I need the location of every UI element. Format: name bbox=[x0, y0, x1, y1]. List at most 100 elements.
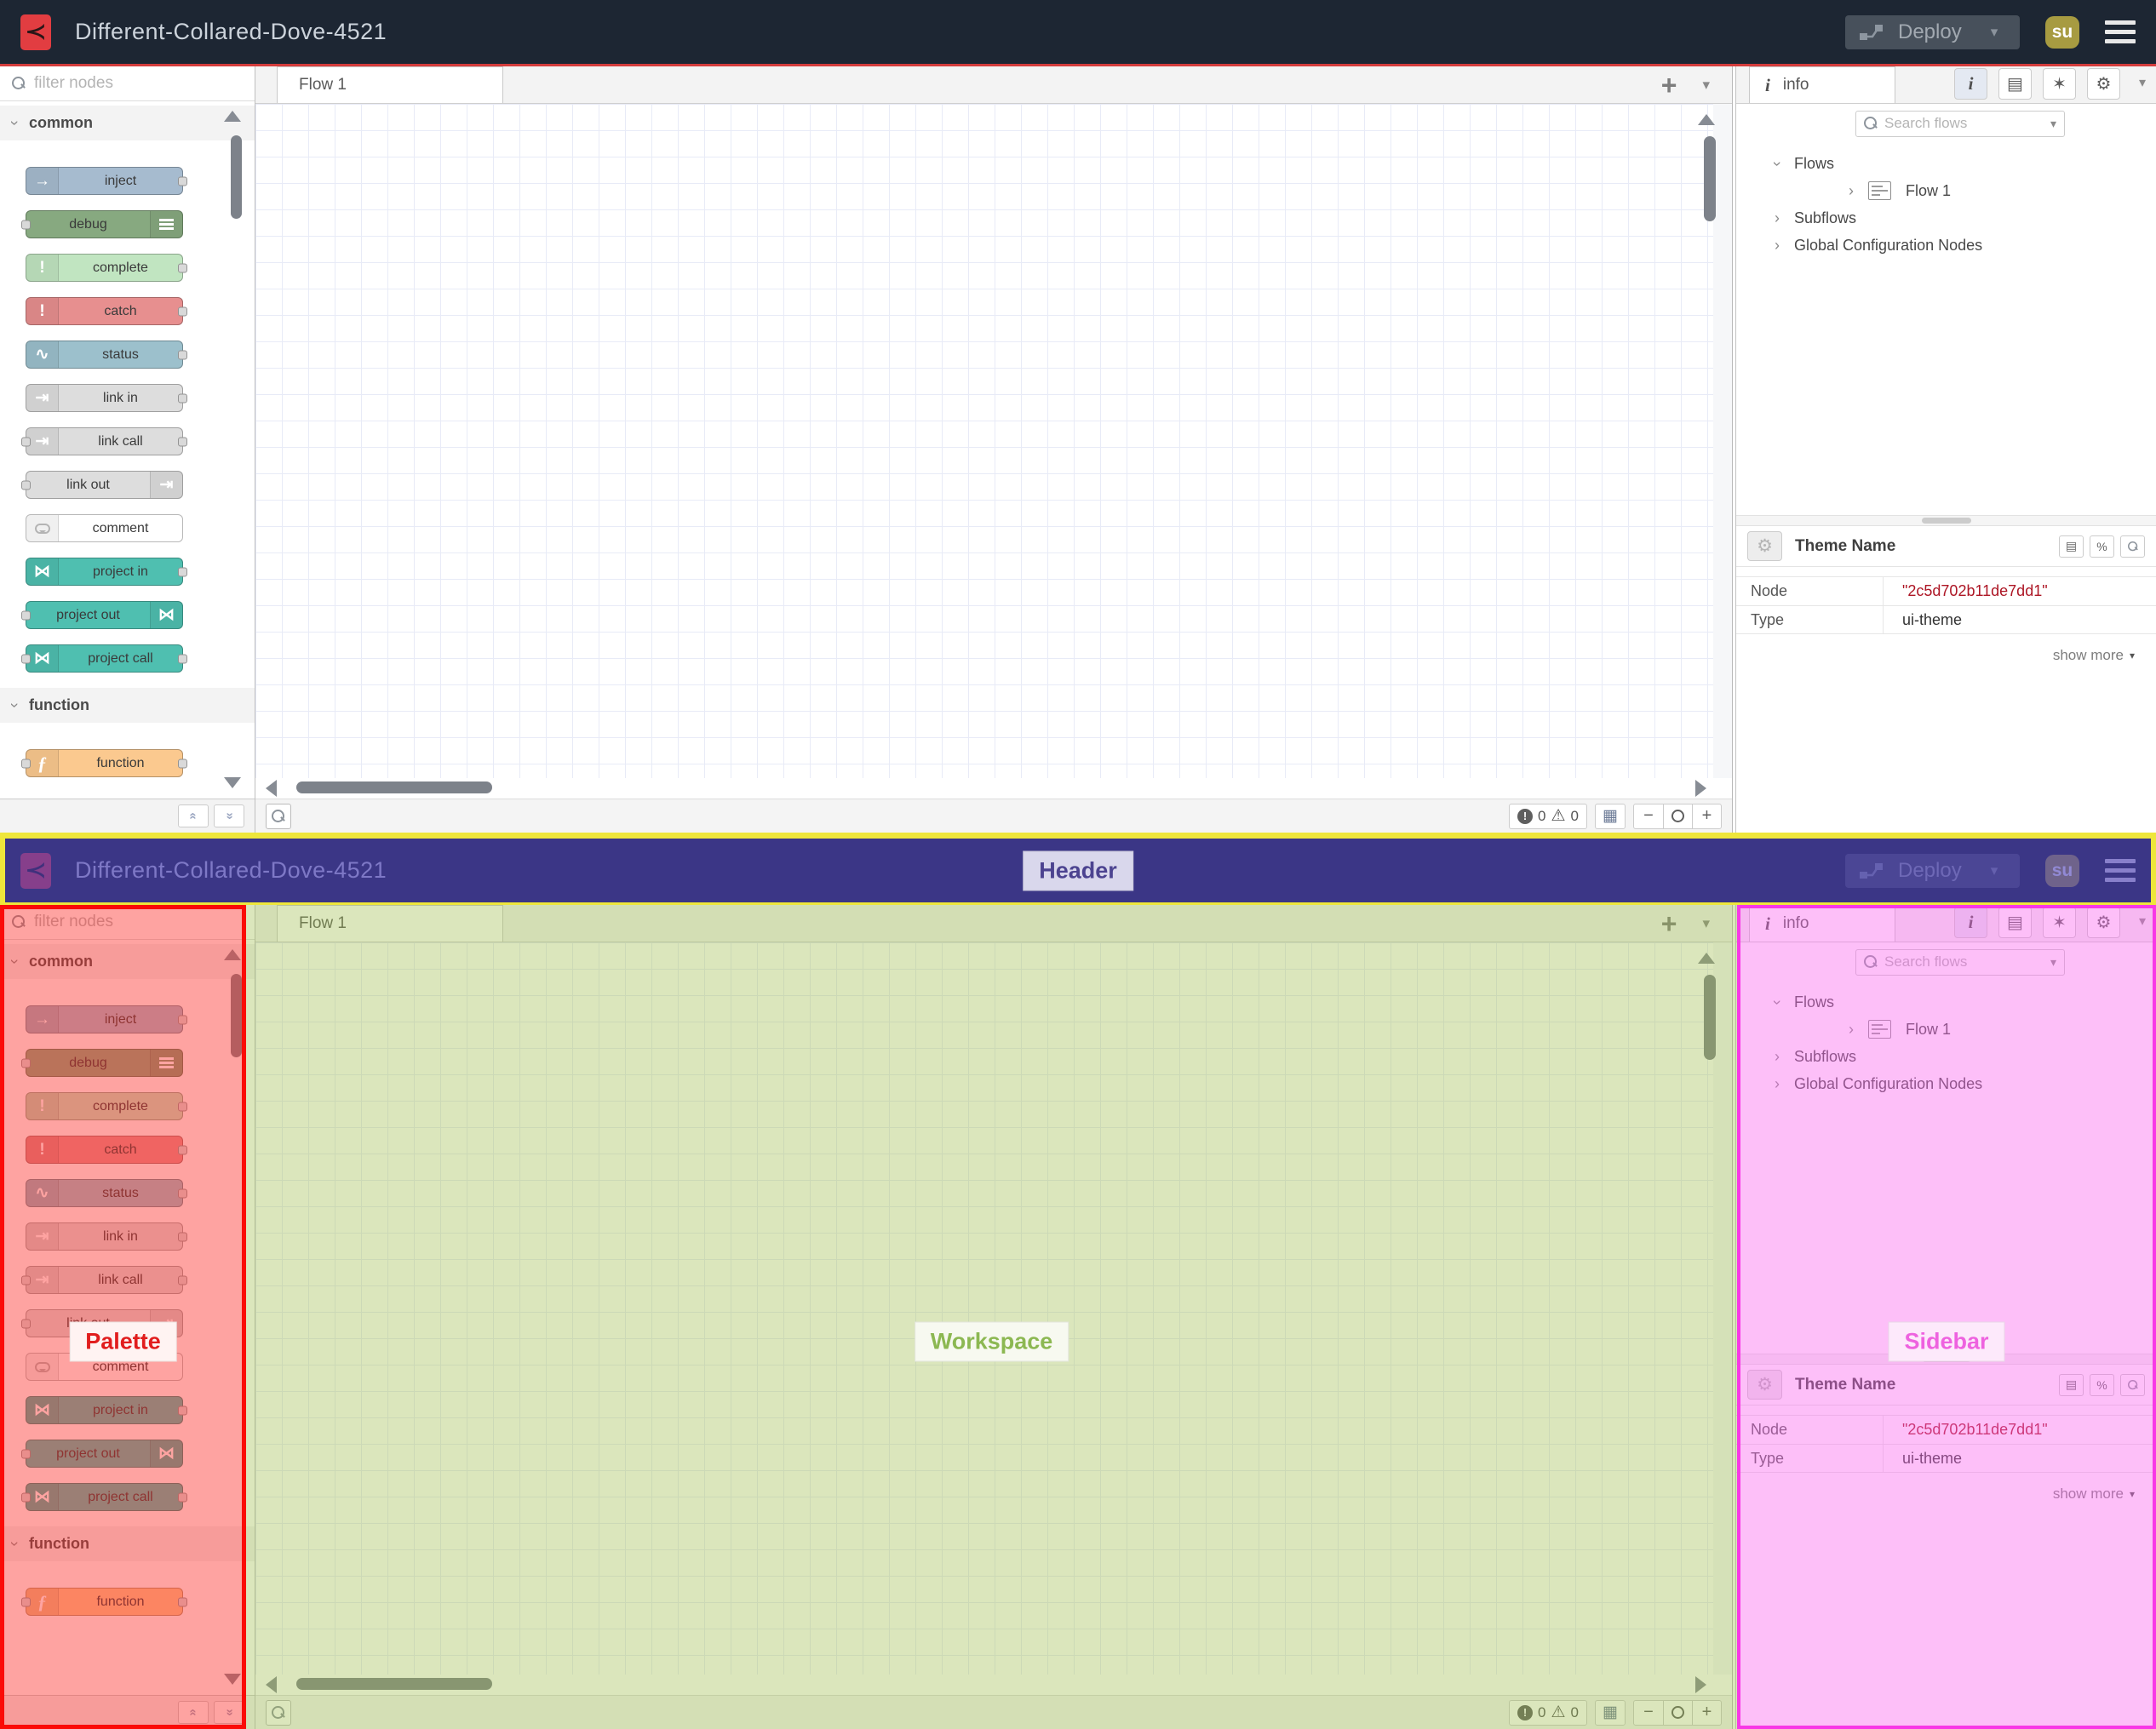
user-avatar[interactable]: su bbox=[2045, 15, 2079, 49]
sidebar-splitter[interactable] bbox=[1736, 515, 2156, 526]
annotation-palette-region: Palette bbox=[0, 905, 246, 1729]
palette-scrollbar-thumb[interactable] bbox=[231, 135, 242, 219]
palette-node-label: inject bbox=[104, 173, 137, 188]
canvas-hscrollbar-thumb[interactable] bbox=[296, 781, 492, 793]
show-more-link[interactable]: show more ▾ bbox=[1736, 634, 2156, 664]
palette-node-complete[interactable]: ! complete bbox=[26, 254, 187, 282]
tab-info[interactable]: i info bbox=[1749, 66, 1895, 103]
link-button[interactable]: % bbox=[2090, 535, 2114, 558]
zoom-out-button[interactable]: − bbox=[1634, 804, 1663, 828]
palette-node-link-out[interactable]: link out ⇥ bbox=[21, 471, 183, 499]
annotation-divider bbox=[0, 833, 2156, 839]
chevron-collapsed-icon[interactable]: › bbox=[1849, 182, 1854, 200]
flow-tab-bar: Flow 1 + ▾ bbox=[255, 66, 1732, 104]
output-port bbox=[178, 350, 187, 359]
palette-node-label: link out bbox=[66, 477, 110, 492]
link-icon: ⇥ bbox=[26, 428, 59, 455]
flow-tab-label: Flow 1 bbox=[299, 76, 347, 94]
palette-node-list: › common → inject debug ! complete ! catch ∿ statu… bbox=[0, 106, 255, 777]
sidebar-debug-button[interactable]: ✶ bbox=[2043, 68, 2076, 100]
tree-item-global-config[interactable]: › Global Configuration Nodes bbox=[1736, 232, 2156, 259]
error-count: 0 bbox=[1538, 807, 1546, 824]
output-port bbox=[178, 306, 187, 316]
zoom-in-button[interactable]: + bbox=[1692, 804, 1721, 828]
tree-item-subflows[interactable]: › Subflows bbox=[1736, 204, 2156, 232]
palette-category-common[interactable]: › common bbox=[0, 106, 255, 140]
output-port bbox=[178, 393, 187, 403]
link-icon: ⇥ bbox=[150, 472, 182, 498]
zoom-reset-button[interactable] bbox=[1663, 804, 1692, 828]
project-icon: ⋈ bbox=[150, 602, 182, 628]
input-port bbox=[21, 437, 31, 446]
palette-node-link-call[interactable]: ⇥ link call bbox=[21, 427, 187, 455]
palette-node-project-out[interactable]: project out ⋈ bbox=[21, 601, 183, 629]
palette-node-label: link call bbox=[98, 433, 143, 449]
sidebar-help-button[interactable]: ▤ bbox=[1998, 68, 2032, 100]
canvas-scroll-left-icon[interactable] bbox=[266, 780, 277, 797]
canvas-vscrollbar-thumb[interactable] bbox=[1704, 136, 1716, 221]
node-red-logo-icon[interactable]: ≺ bbox=[20, 14, 51, 50]
main-menu-button[interactable] bbox=[2105, 20, 2136, 43]
annotation-sidebar-region: Sidebar bbox=[1737, 905, 2156, 1729]
notification-badges[interactable]: ! 0 ⚠ 0 bbox=[1509, 803, 1587, 829]
sidebar-info-button[interactable]: i bbox=[1954, 68, 1987, 100]
chevron-collapsed-icon[interactable]: › bbox=[1775, 209, 1780, 227]
warning-count: 0 bbox=[1570, 807, 1579, 824]
palette-filter-input[interactable] bbox=[34, 74, 243, 93]
deploy-button[interactable]: Deploy ▾ bbox=[1845, 14, 2020, 49]
workspace: Flow 1 + ▾ ! 0 ⚠ 0 ▦ − + bbox=[255, 66, 1733, 833]
palette-node-function[interactable]: ƒ function bbox=[21, 749, 187, 777]
warning-icon: ⚠ bbox=[1551, 807, 1566, 825]
function-icon: ƒ bbox=[26, 750, 59, 776]
search-flows-input[interactable] bbox=[1884, 115, 2044, 132]
palette-node-link-in[interactable]: ⇥ link in bbox=[26, 384, 187, 412]
palette-node-status[interactable]: ∿ status bbox=[26, 341, 187, 369]
palette-node-project-call[interactable]: ⋈ project call bbox=[21, 644, 187, 673]
chevron-collapsed-icon[interactable]: › bbox=[1775, 237, 1780, 255]
link-icon: ⇥ bbox=[26, 385, 59, 411]
workspace-footer: ! 0 ⚠ 0 ▦ − + bbox=[255, 799, 1732, 833]
project-icon: ⋈ bbox=[26, 558, 59, 585]
navigator-button[interactable]: ▦ bbox=[1595, 803, 1626, 829]
chevron-expanded-icon[interactable]: › bbox=[1769, 161, 1786, 166]
tree-item-flows[interactable]: › Flows bbox=[1736, 150, 2156, 177]
palette-category-function[interactable]: › function bbox=[0, 688, 255, 723]
sidebar-config-button[interactable]: ⚙ bbox=[2087, 68, 2120, 100]
deploy-icon bbox=[1860, 24, 1883, 40]
output-port bbox=[178, 759, 187, 768]
search-flows-field[interactable]: ▾ bbox=[1855, 110, 2065, 137]
search-options-chevron-icon[interactable]: ▾ bbox=[2050, 117, 2056, 131]
collapse-all-categories-button[interactable]: « bbox=[178, 804, 209, 827]
sidebar-collapse-chevron-icon[interactable]: ▾ bbox=[2139, 74, 2146, 91]
palette-node-debug[interactable]: debug bbox=[21, 210, 183, 238]
palette-scroll-down-icon[interactable] bbox=[224, 777, 241, 788]
search-node-button[interactable] bbox=[2120, 535, 2145, 558]
pulse-icon: ∿ bbox=[26, 341, 59, 368]
chevron-expanded-icon: › bbox=[6, 120, 24, 126]
table-row: Node "2c5d702b11de7dd1" bbox=[1736, 576, 2156, 605]
deploy-label: Deploy bbox=[1898, 20, 1962, 43]
chevron-expanded-icon: › bbox=[6, 702, 24, 708]
canvas-scroll-up-icon[interactable] bbox=[1698, 114, 1715, 125]
palette-node-catch[interactable]: ! catch bbox=[26, 297, 187, 325]
sidebar: i info i ▤ ✶ ⚙ ▾ ▾ bbox=[1735, 66, 2156, 833]
palette-node-inject[interactable]: → inject bbox=[26, 167, 187, 195]
annotation-workspace-region: Workspace bbox=[246, 905, 1737, 1729]
expand-all-categories-button[interactable]: « bbox=[214, 804, 244, 827]
sidebar-tab-bar: i info i ▤ ✶ ⚙ ▾ bbox=[1736, 66, 2156, 104]
output-port bbox=[178, 176, 187, 186]
palette-scroll-up-icon[interactable] bbox=[224, 111, 241, 122]
flow-canvas[interactable] bbox=[255, 104, 1732, 778]
search-flows-button[interactable] bbox=[266, 803, 291, 829]
input-port bbox=[21, 220, 31, 229]
tree-item-flow1[interactable]: › Flow 1 bbox=[1736, 177, 2156, 204]
palette-node-project-in[interactable]: ⋈ project in bbox=[26, 558, 187, 586]
palette-node-label: project call bbox=[88, 650, 153, 666]
help-doc-button[interactable]: ▤ bbox=[2059, 535, 2084, 558]
flow-list-chevron-icon[interactable]: ▾ bbox=[1702, 77, 1710, 94]
flow-tab[interactable]: Flow 1 bbox=[277, 66, 503, 103]
canvas-scroll-right-icon[interactable] bbox=[1695, 780, 1706, 797]
add-flow-button[interactable]: + bbox=[1661, 72, 1677, 99]
palette-node-comment[interactable]: comment bbox=[26, 514, 183, 542]
deploy-options-chevron-icon[interactable]: ▾ bbox=[1991, 24, 1998, 41]
